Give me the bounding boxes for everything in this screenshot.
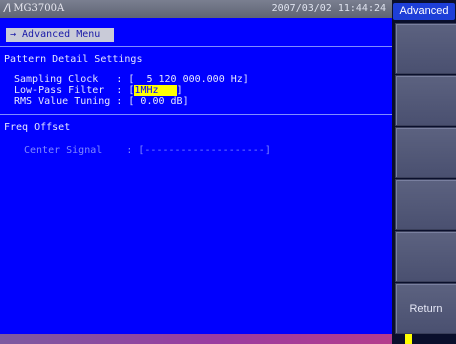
section-title-freq-offset: Freq Offset xyxy=(4,122,71,133)
rms-tuning-row[interactable]: RMS Value Tuning : [ 0.00 dB] xyxy=(14,96,189,107)
return-button[interactable]: Return xyxy=(395,283,456,334)
low-pass-filter-value[interactable]: 1MHz xyxy=(134,85,177,96)
cursor-indicator xyxy=(405,334,412,344)
center-signal-label: Center Signal : xyxy=(24,145,139,156)
low-pass-filter-row[interactable]: Low-Pass Filter : [1MHz ] xyxy=(14,85,183,96)
rms-tuning-value[interactable]: [ 0.00 dB] xyxy=(128,96,188,107)
divider xyxy=(0,46,392,47)
breadcrumb: → Advanced Menu xyxy=(6,28,114,42)
softkey-1[interactable] xyxy=(395,23,456,74)
brand-logo: /\ MG3700A xyxy=(4,0,64,18)
sampling-clock-label: Sampling Clock : xyxy=(14,74,129,85)
status-bar xyxy=(0,334,392,344)
low-pass-filter-label: Low-Pass Filter : xyxy=(14,85,129,96)
center-signal-row[interactable]: Center Signal : [--------------------] xyxy=(24,145,271,156)
softkey-3[interactable] xyxy=(395,127,456,178)
datetime: 2007/03/02 11:44:24 xyxy=(271,3,386,14)
softkey-5[interactable] xyxy=(395,231,456,282)
softkey-4[interactable] xyxy=(395,179,456,230)
softkey-2[interactable] xyxy=(395,75,456,126)
anritsu-mark-icon: /\ xyxy=(4,3,12,14)
brand-name: MG3700A xyxy=(13,3,65,14)
section-divider xyxy=(0,114,392,115)
section-title-pattern: Pattern Detail Settings xyxy=(4,54,143,65)
rms-tuning-label: RMS Value Tuning : xyxy=(14,96,129,107)
low-pass-filter-close: ] xyxy=(176,85,183,96)
sampling-clock-value[interactable]: [ 5 120 000.000 Hz] xyxy=(128,74,248,85)
menu-tab-advanced[interactable]: Advanced xyxy=(393,3,455,20)
sampling-clock-row[interactable]: Sampling Clock : [ 5 120 000.000 Hz] xyxy=(14,74,249,85)
center-signal-value[interactable]: [--------------------] xyxy=(138,145,270,156)
main-screen: /\ MG3700A 2007/03/02 11:44:24 → Advanced… xyxy=(0,0,392,344)
title-bar: /\ MG3700A 2007/03/02 11:44:24 xyxy=(0,0,392,18)
